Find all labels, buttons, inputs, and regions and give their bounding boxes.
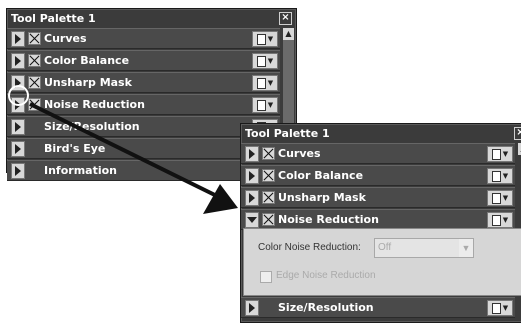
chevron-down-icon: ▼	[459, 239, 473, 257]
color-noise-reduction-label: Color Noise Reduction:	[258, 242, 361, 253]
row-label: Color Balance	[278, 169, 364, 182]
row-label: Noise Reduction	[278, 213, 379, 226]
palette-row-color-balance[interactable]: Color Balance ▼	[241, 165, 515, 186]
options-menu-button[interactable]: ▼	[487, 212, 513, 228]
options-menu-button[interactable]: ▼	[487, 300, 513, 316]
enable-checkbox[interactable]	[262, 213, 275, 226]
document-icon	[491, 302, 501, 314]
edge-noise-reduction-checkbox[interactable]	[260, 271, 272, 283]
palette-title: Tool Palette 1	[245, 126, 330, 140]
dropdown-arrow-icon: ▼	[502, 150, 509, 158]
dropdown-arrow-icon: ▼	[502, 194, 509, 202]
options-menu-button[interactable]: ▼	[487, 146, 513, 162]
row-label: Unsharp Mask	[278, 191, 366, 204]
collapse-icon[interactable]	[245, 211, 259, 228]
document-icon	[491, 170, 501, 182]
expand-icon[interactable]	[245, 299, 259, 316]
tool-palette-2: Tool Palette 1 × ▲ Curves ▼ Color Balanc…	[240, 123, 521, 323]
row-label: Curves	[278, 147, 321, 160]
palette-row-noise-reduction[interactable]: Noise Reduction ▼	[241, 209, 515, 230]
dropdown-arrow-icon: ▼	[502, 172, 509, 180]
dropdown-arrow-icon: ▼	[502, 304, 509, 312]
document-icon	[491, 148, 501, 160]
enable-checkbox[interactable]	[262, 147, 275, 160]
palette-row-size-resolution[interactable]: Size/Resolution ▼	[241, 297, 515, 318]
dropdown-arrow-icon: ▼	[502, 216, 509, 224]
select-value: Off	[378, 242, 392, 253]
row-label: Size/Resolution	[278, 301, 374, 314]
close-icon[interactable]: ×	[514, 126, 521, 140]
palette-titlebar[interactable]: Tool Palette 1 ×	[241, 124, 521, 142]
edge-noise-reduction-label: Edge Noise Reduction	[276, 270, 376, 281]
document-icon	[491, 214, 501, 226]
palette-row-curves[interactable]: Curves ▼	[241, 143, 515, 164]
enable-checkbox[interactable]	[262, 169, 275, 182]
palette-row-unsharp-mask[interactable]: Unsharp Mask ▼	[241, 187, 515, 208]
expand-icon[interactable]	[245, 189, 259, 206]
enable-checkbox[interactable]	[262, 191, 275, 204]
options-menu-button[interactable]: ▼	[487, 190, 513, 206]
options-menu-button[interactable]: ▼	[487, 168, 513, 184]
color-noise-reduction-select[interactable]: Off ▼	[374, 238, 474, 258]
expand-icon[interactable]	[245, 167, 259, 184]
expand-icon[interactable]	[245, 145, 259, 162]
noise-reduction-settings: Color Noise Reduction: Off ▼ Edge Noise …	[243, 228, 521, 296]
document-icon	[491, 192, 501, 204]
